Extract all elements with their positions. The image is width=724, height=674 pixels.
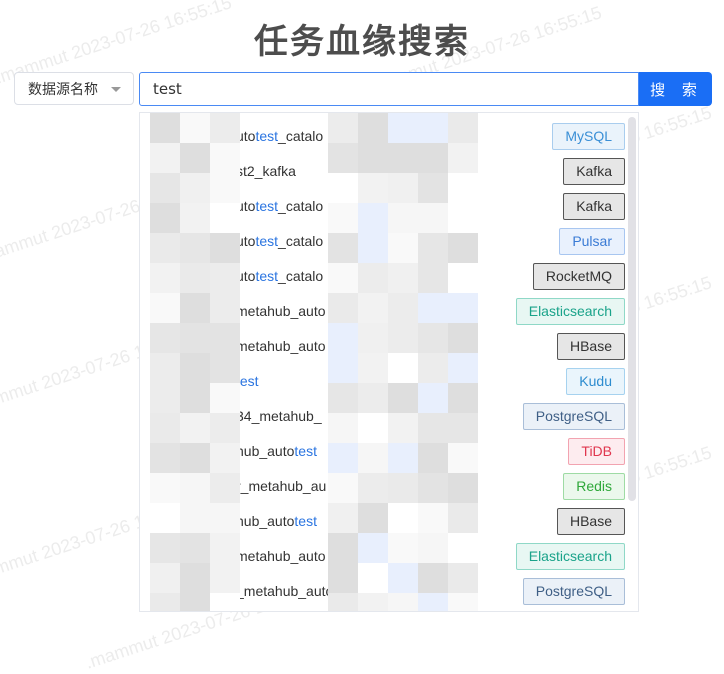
page-title: 任务血缘搜索 <box>254 22 470 62</box>
datasource-type-badge: TiDB <box>568 438 625 465</box>
result-name-prefix: 34_metahub_ <box>236 408 322 424</box>
result-item-name: hub_autotest <box>236 443 317 459</box>
search-suggestions-dropdown: utotest_catalo MySQL st2_kafka Kafka utotest… <box>139 112 639 612</box>
datasource-type-badge: HBase <box>556 333 625 360</box>
result-item-name: test <box>236 373 259 389</box>
result-item[interactable]: st2_kafka Kafka <box>140 154 625 189</box>
result-name-suffix: _catalo <box>278 198 324 214</box>
result-item-name: _metahub_autotest <box>236 583 356 599</box>
result-name-suffix: _catalo <box>278 128 324 144</box>
result-item-name: utotest_catalo <box>236 128 323 144</box>
result-item[interactable]: 34_metahub_ PostgreSQL <box>140 399 625 434</box>
result-item[interactable]: _metahub_autotest PostgreSQL <box>140 574 625 609</box>
result-name-prefix: metahub_auto <box>236 303 326 319</box>
result-name-prefix: hub_auto <box>236 513 295 529</box>
result-item-name: metahub_auto <box>236 338 326 354</box>
result-item-name: utotest_catalo <box>236 198 323 214</box>
result-item-name: utotest_catalo <box>236 268 323 284</box>
search-input[interactable] <box>139 72 639 106</box>
search-button[interactable]: 搜 索 <box>639 72 712 106</box>
result-item[interactable]: hub_autotest TiDB <box>140 434 625 469</box>
result-item-name: hub_autotest <box>236 513 317 529</box>
datasource-type-badge: Kudu <box>566 368 625 395</box>
result-item[interactable]: utotest_catalo RocketMQ <box>140 259 625 294</box>
result-name-prefix: _metahub_auto <box>236 583 334 599</box>
caret-down-icon <box>111 87 121 92</box>
result-name-prefix: uto <box>236 233 256 249</box>
scrollbar[interactable] <box>628 117 636 501</box>
result-item-name: utotest_catalo <box>236 233 323 249</box>
result-item-name: metahub_auto <box>236 303 326 319</box>
datasource-type-badge: Elasticsearch <box>515 298 625 325</box>
result-name-prefix: st2_kafka <box>236 163 296 179</box>
result-name-highlight: test <box>255 233 279 249</box>
result-name-prefix: metahub_auto <box>236 548 326 564</box>
result-name-prefix: r_metahub_au <box>236 478 327 494</box>
result-name-prefix: uto <box>236 198 256 214</box>
datasource-type-badge: PostgreSQL <box>522 578 625 605</box>
result-name-prefix: uto <box>236 128 256 144</box>
result-item-name: r_metahub_au <box>236 478 326 494</box>
datasource-type-badge: Kafka <box>563 158 625 185</box>
result-item-name: 34_metahub_ <box>236 408 322 424</box>
result-name-highlight: test <box>333 583 356 599</box>
datasource-type-badge: Elasticsearch <box>515 543 625 570</box>
result-name-highlight: test <box>294 443 317 459</box>
datasource-select-value: 数据源名称 <box>28 81 98 98</box>
result-name-highlight: test <box>255 268 279 284</box>
result-item[interactable]: r_metahub_au Redis <box>140 469 625 504</box>
result-name-prefix: metahub_auto <box>236 338 326 354</box>
result-item[interactable]: metahub_auto Elasticsearch <box>140 294 625 329</box>
result-name-highlight: test <box>255 128 279 144</box>
result-name-highlight: test <box>255 198 279 214</box>
result-name-suffix: _catalo <box>278 233 324 249</box>
datasource-select[interactable]: 数据源名称 <box>14 72 134 105</box>
result-name-highlight: test <box>294 513 317 529</box>
result-item[interactable]: metahub_auto Elasticsearch <box>140 539 625 574</box>
result-item[interactable]: utotest_catalo Kafka <box>140 189 625 224</box>
datasource-type-badge: RocketMQ <box>532 263 625 290</box>
result-item[interactable]: hub_autotest HBase <box>140 504 625 539</box>
result-name-prefix: hub_auto <box>236 443 295 459</box>
datasource-type-badge: Pulsar <box>559 228 625 255</box>
result-item-name: metahub_auto <box>236 548 326 564</box>
datasource-type-badge: PostgreSQL <box>522 403 625 430</box>
result-item[interactable]: metahub_auto HBase <box>140 329 625 364</box>
result-name-prefix: uto <box>236 268 256 284</box>
datasource-type-badge: Kafka <box>563 193 625 220</box>
datasource-type-badge: MySQL <box>552 123 625 150</box>
result-item-name: st2_kafka <box>236 163 296 179</box>
datasource-type-badge: HBase <box>556 508 625 535</box>
result-item[interactable]: utotest_catalo Pulsar <box>140 224 625 259</box>
result-item[interactable]: test Kudu <box>140 364 625 399</box>
datasource-type-badge: Redis <box>563 473 625 500</box>
result-item[interactable]: utotest_catalo MySQL <box>140 119 625 154</box>
result-name-suffix: _catalo <box>278 268 324 284</box>
result-name-highlight: test <box>236 373 259 389</box>
